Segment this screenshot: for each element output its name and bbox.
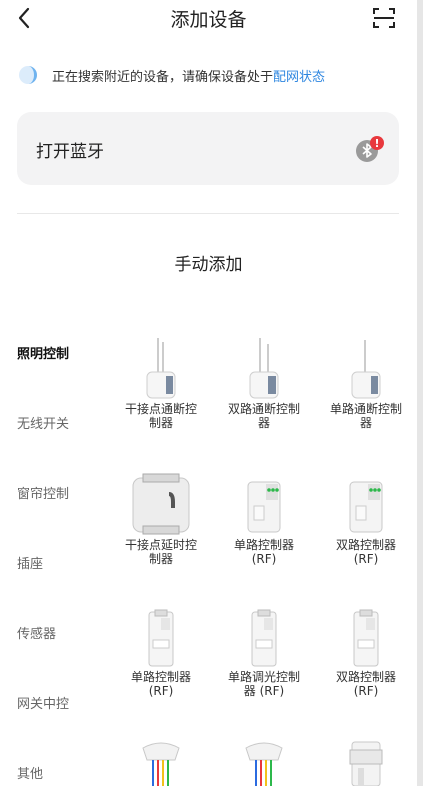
category-lighting-control[interactable]: 照明控制 [17, 343, 69, 362]
device-image [216, 466, 312, 536]
device-name: 单路通断控制 [329, 402, 402, 416]
device-image [318, 738, 414, 786]
svg-text:!: ! [374, 137, 379, 150]
device-card[interactable]: 单路通断控制器 [318, 330, 414, 430]
device-card[interactable]: 单路调光控制器 (RF) [216, 598, 312, 698]
device-name: 单路调光控制 [227, 670, 300, 684]
pairing-mode-link[interactable]: 配网状态 [273, 66, 325, 85]
bluetooth-icon: ! [356, 136, 384, 162]
device-name-line2: 器 [359, 416, 372, 430]
device-name-line2: 器 [257, 416, 270, 430]
device-card[interactable]: 双路控制器 (RF) [318, 466, 414, 566]
notice-text: 正在搜索附近的设备，请确保设备处于 [52, 69, 274, 85]
page-title: 添加设备 [170, 9, 247, 31]
device-image [318, 330, 414, 400]
device-name-line2: (RF) [148, 684, 174, 698]
device-name-line2: (RF) [251, 552, 277, 566]
search-notice: 正在搜索附近的设备，请确保设备处于 配网状态 [18, 64, 325, 86]
device-image [113, 738, 209, 786]
device-image [113, 330, 209, 400]
device-image [318, 598, 414, 668]
device-card[interactable]: 单路控制器 (RF) [216, 466, 312, 566]
device-card[interactable]: 干接点通断控 制器 [113, 330, 209, 430]
category-gateway[interactable]: 网关中控 [17, 693, 69, 712]
scrollbar[interactable] [417, 0, 423, 786]
device-name: 单路控制器 [233, 538, 294, 552]
header: 添加设备 [0, 0, 417, 36]
device-image [113, 466, 209, 536]
device-name-line2: 制器 [148, 552, 173, 566]
scan-button[interactable] [370, 4, 398, 32]
device-name: 单路控制器 [130, 670, 191, 684]
category-wireless-switch[interactable]: 无线开关 [17, 413, 69, 432]
device-card[interactable] [318, 738, 414, 786]
device-card[interactable]: 单路控制器 (RF) [113, 598, 209, 698]
device-name: 双路控制器 [335, 670, 396, 684]
divider [17, 213, 399, 214]
device-name: 双路通断控制 [227, 402, 300, 416]
category-curtain-control[interactable]: 窗帘控制 [17, 483, 69, 502]
device-name-line2: 器 (RF) [243, 684, 285, 698]
category-other[interactable]: 其他 [17, 763, 43, 782]
open-bluetooth-card[interactable]: 打开蓝牙 ! [17, 112, 399, 185]
device-name: 干接点通断控 [124, 402, 197, 416]
device-image [113, 598, 209, 668]
device-card[interactable]: 双路通断控制器 [216, 330, 312, 430]
bluetooth-label: 打开蓝牙 [36, 142, 104, 162]
device-card[interactable] [216, 738, 312, 786]
loading-icon [19, 66, 37, 84]
manual-add-title: 手动添加 [174, 255, 243, 275]
device-name-line2: (RF) [353, 552, 379, 566]
device-card[interactable]: 双路控制器 (RF) [318, 598, 414, 698]
device-name-line2: (RF) [353, 684, 379, 698]
device-name-line2: 制器 [148, 416, 173, 430]
category-socket[interactable]: 插座 [17, 553, 43, 572]
device-image [216, 738, 312, 786]
device-image [318, 466, 414, 536]
device-name: 双路控制器 [335, 538, 396, 552]
device-image [216, 598, 312, 668]
category-sensor[interactable]: 传感器 [17, 623, 56, 642]
device-image [216, 330, 312, 400]
scan-icon [373, 8, 395, 28]
device-card[interactable] [113, 738, 209, 786]
device-card[interactable]: 干接点延时控 制器 [113, 466, 209, 566]
device-name: 干接点延时控 [124, 538, 197, 552]
